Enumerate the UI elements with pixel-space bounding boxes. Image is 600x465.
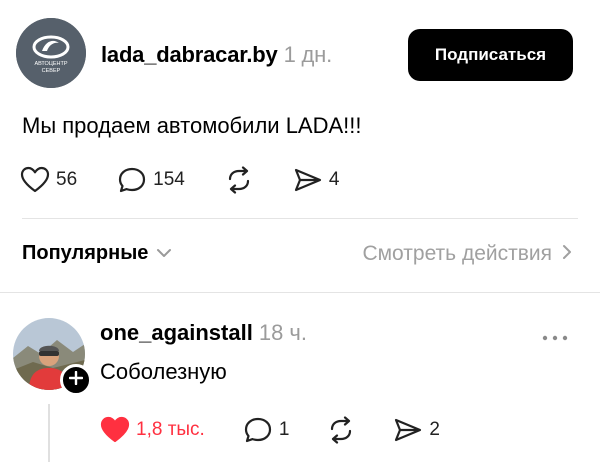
subscribe-button[interactable]: Подписаться [408,29,573,81]
comment-like-button[interactable]: 1,8 тыс. [100,416,205,444]
comment-repost-button[interactable] [325,416,357,444]
repost-button[interactable] [223,166,255,194]
author-avatar[interactable]: АВТОЦЕНТР СЕВЕР [16,18,86,88]
post-header: АВТОЦЕНТР СЕВЕР lada_dabracar.by 1 дн. По… [16,18,584,88]
heart-filled-icon [100,416,130,444]
comment-button[interactable]: 154 [117,166,185,194]
comment-author-username[interactable]: one_againstall [100,320,253,345]
post-text: Мы продаем автомобили LADA!!! [22,113,362,138]
chevron-down-icon [148,242,172,265]
comment-actions: 1,8 тыс. 1 2 [100,415,440,445]
comment-text: Соболезную [100,359,227,384]
comment-share-button[interactable]: 2 [393,416,440,444]
comment-count: 154 [153,169,185,190]
thread-line [48,404,50,462]
chevron-right-icon [552,242,572,266]
view-actions-label: Смотреть действия [362,242,552,265]
comment-reply-button[interactable]: 1 [243,416,290,444]
post-time: 1 дн. [283,42,333,67]
repost-icon [223,166,255,194]
like-button[interactable]: 56 [20,166,77,194]
comment-reply-count: 1 [278,419,290,440]
sort-dropdown[interactable]: Популярные [22,242,172,265]
plus-icon [68,370,84,390]
comment-time: 18 ч. [258,320,308,345]
like-count: 56 [56,169,78,190]
author-username[interactable]: lada_dabracar.by [101,42,278,67]
sort-label: Популярные [22,242,149,264]
share-button[interactable]: 4 [293,166,340,194]
more-options-icon[interactable] [541,329,569,347]
post-actions: 56 154 4 [20,165,339,195]
share-count: 4 [328,169,340,190]
divider [0,292,600,293]
view-actions-link[interactable]: Смотреть действия [362,242,572,266]
repost-icon [325,416,357,444]
send-icon [293,166,323,194]
divider [22,218,578,219]
heart-icon [20,166,50,194]
comment-share-count: 2 [429,419,440,440]
avatar-sub-text: СЕВЕР [42,68,61,74]
comment-author-line: one_againstall 18 ч. [100,320,307,346]
comment-icon [117,166,147,194]
send-icon [393,416,423,444]
follow-plus-button[interactable] [60,364,92,396]
comment-like-count: 1,8 тыс. [136,419,205,440]
comment-icon [243,416,273,444]
avatar-brand-text: АВТОЦЕНТР [34,61,67,67]
author-line: lada_dabracar.by 1 дн. [101,42,332,68]
